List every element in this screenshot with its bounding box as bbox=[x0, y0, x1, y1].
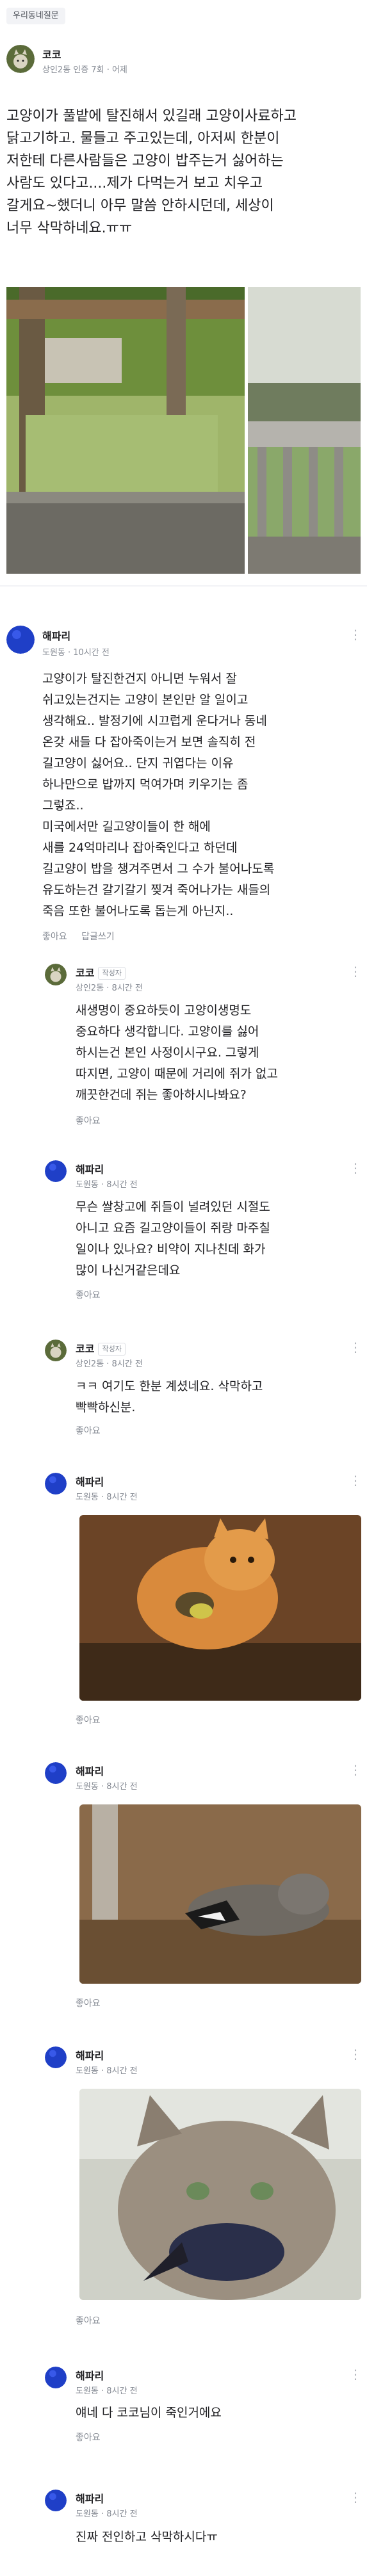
reply-line: 새생명이 중요하듯이 고양이생명도 bbox=[76, 1003, 252, 1017]
more-vertical-icon[interactable]: ⋮ bbox=[349, 2367, 362, 2381]
comment-line: 길고양이 싫어요.. 단지 귀엽다는 이유 bbox=[42, 756, 234, 770]
reply-body: 얘네 다 코코님이 죽인거에요 bbox=[76, 2402, 345, 2424]
like-button[interactable]: 좋아요 bbox=[76, 1114, 101, 1127]
reply-meta: 도원동 · 8시간 전 bbox=[76, 2386, 138, 2396]
commenter-avatar[interactable] bbox=[45, 1762, 67, 1784]
comment-line: 그렇죠.. bbox=[42, 798, 84, 813]
category-tag[interactable]: 우리동네질문 bbox=[6, 8, 65, 24]
comment-line: 온갖 새들 다 잡아죽이는거 보면 솔직히 전 bbox=[42, 735, 256, 749]
post-meta: 상인2동 인증 7회 · 어제 bbox=[42, 65, 127, 75]
like-button[interactable]: 좋아요 bbox=[42, 932, 67, 942]
reply-line: 깨끗한건데 쥐는 좋아하시나봐요? bbox=[76, 1088, 247, 1102]
reply-photo[interactable] bbox=[79, 1515, 361, 1701]
reply-line: 빡빡하신분. bbox=[76, 1400, 136, 1414]
post-line: 사람도 있다고....제가 다먹는거 보고 치우고 bbox=[6, 175, 263, 191]
comment-meta: 도원동 · 10시간 전 bbox=[42, 648, 110, 658]
post-line: 너무 삭막하네요.ㅠㅠ bbox=[6, 220, 133, 236]
post-line: 고양이가 풀밭에 탈진해서 있길래 고양이사료하고 bbox=[6, 108, 297, 124]
reply-line: 일이나 있나요? 비약이 지나친데 화가 bbox=[76, 1242, 266, 1256]
like-button[interactable]: 좋아요 bbox=[76, 1288, 101, 1301]
reply-line: 무슨 쌀창고에 쥐들이 널려있던 시절도 bbox=[76, 1200, 270, 1214]
commenter-avatar[interactable] bbox=[45, 1473, 67, 1495]
reply-line: 얘네 다 코코님이 죽인거에요 bbox=[76, 2406, 222, 2420]
comment-line: 하나만으로 밥까지 먹여가며 키우기는 좀 bbox=[42, 777, 249, 791]
more-vertical-icon[interactable]: ⋮ bbox=[349, 1340, 362, 1354]
reply-body: 진짜 전인하고 삭막하시다ㅠ bbox=[76, 2527, 345, 2548]
commenter-avatar[interactable] bbox=[45, 1160, 67, 1182]
author-avatar[interactable] bbox=[45, 1340, 67, 1361]
reply-line: 중요하다 생각합니다. 고양이를 싫어 bbox=[76, 1025, 259, 1039]
reply-line: 아니고 요즘 길고양이들이 쥐랑 마주칠 bbox=[76, 1221, 270, 1235]
post-photo-1[interactable] bbox=[6, 287, 245, 574]
commenter-avatar[interactable] bbox=[45, 2367, 67, 2388]
comment-line: 쉬고있는건지는 고양이 본인만 알 일이고 bbox=[42, 693, 249, 707]
reply-author-name[interactable]: 코코 작성자 bbox=[76, 1340, 126, 1356]
comment-line: 미국에서만 길고양이들이 한 해에 bbox=[42, 820, 211, 834]
reply-author-name[interactable]: 코코 작성자 bbox=[76, 964, 126, 980]
more-vertical-icon[interactable]: ⋮ bbox=[349, 628, 362, 642]
author-badge: 작성자 bbox=[98, 967, 126, 980]
reply-line: ㅋㅋ 여기도 한분 계셨네요. 삭막하고 bbox=[76, 1379, 263, 1393]
reply-meta: 상인2동 · 8시간 전 bbox=[76, 1359, 143, 1369]
more-vertical-icon[interactable]: ⋮ bbox=[349, 2490, 362, 2504]
commenter-avatar[interactable] bbox=[6, 626, 35, 654]
reply-meta: 도원동 · 8시간 전 bbox=[76, 2509, 138, 2519]
reply-body: 무슨 쌀창고에 쥐들이 널려있던 시절도 아니고 요즘 길고양이들이 쥐랑 마주… bbox=[76, 1197, 345, 1281]
comment-line: 생각해요.. 발정기에 시끄럽게 운다거나 동네 bbox=[42, 714, 267, 728]
reply-photo[interactable] bbox=[79, 2089, 361, 2300]
comment-body: 고양이가 탈진한건지 아니면 누워서 잘 쉬고있는건지는 고양이 본인만 알 일… bbox=[42, 668, 343, 922]
comment-author-name[interactable]: 해파리 bbox=[42, 628, 70, 643]
author-badge: 작성자 bbox=[98, 1343, 126, 1356]
reply-meta: 도원동 · 8시간 전 bbox=[76, 1493, 138, 1502]
like-button[interactable]: 좋아요 bbox=[76, 1997, 101, 2009]
reply-button[interactable]: 답글쓰기 bbox=[81, 932, 115, 942]
section-divider bbox=[0, 585, 367, 587]
more-vertical-icon[interactable]: ⋮ bbox=[349, 964, 362, 978]
like-button[interactable]: 좋아요 bbox=[76, 2314, 101, 2327]
comment-line: 유도하는건 갈기갈기 찢겨 죽어나가는 새들의 bbox=[42, 883, 271, 897]
reply-body: ㅋㅋ 여기도 한분 계셨네요. 삭막하고 빡빡하신분. bbox=[76, 1376, 345, 1418]
reply-line: 하시는건 본인 사정이시구요. 그렇게 bbox=[76, 1046, 259, 1060]
commenter-avatar[interactable] bbox=[45, 2490, 67, 2511]
author-avatar[interactable] bbox=[6, 45, 35, 73]
reply-author-name[interactable]: 해파리 bbox=[76, 1473, 104, 1489]
post-line: 저한테 다른사람들은 고양이 밥주는거 싫어하는 bbox=[6, 153, 284, 169]
reply-meta: 상인2동 · 8시간 전 bbox=[76, 984, 143, 993]
post-photo-2[interactable] bbox=[248, 287, 361, 574]
reply-author-name[interactable]: 해파리 bbox=[76, 1763, 104, 1778]
more-vertical-icon[interactable]: ⋮ bbox=[349, 1473, 362, 1487]
reply-author-name[interactable]: 해파리 bbox=[76, 2047, 104, 2062]
reply-meta: 도원동 · 8시간 전 bbox=[76, 2066, 138, 2076]
reply-author[interactable]: 코코 bbox=[76, 1343, 94, 1355]
more-vertical-icon[interactable]: ⋮ bbox=[349, 1763, 362, 1777]
reply-author-name[interactable]: 해파리 bbox=[76, 2490, 104, 2506]
post-line: 갈게요~했더니 아무 말씀 안하시던데, 세상이 bbox=[6, 198, 274, 214]
reply-line: 진짜 전인하고 삭막하시다ㅠ bbox=[76, 2530, 218, 2544]
more-vertical-icon[interactable]: ⋮ bbox=[349, 1161, 362, 1175]
comment-line: 고양이가 탈진한건지 아니면 누워서 잘 bbox=[42, 672, 237, 686]
author-avatar[interactable] bbox=[45, 964, 67, 985]
reply-line: 따지면, 고양이 때문에 거리에 쥐가 없고 bbox=[76, 1067, 278, 1081]
post-line: 닭고기하고. 물들고 주고있는데, 아저씨 한분이 bbox=[6, 131, 280, 147]
reply-meta: 도원동 · 8시간 전 bbox=[76, 1782, 138, 1792]
reply-author[interactable]: 코코 bbox=[76, 967, 94, 979]
reply-line: 많이 나신거같은데요 bbox=[76, 1263, 181, 1277]
reply-body: 새생명이 중요하듯이 고양이생명도 중요하다 생각합니다. 고양이를 싫어 하시… bbox=[76, 1000, 345, 1106]
reply-meta: 도원동 · 8시간 전 bbox=[76, 1180, 138, 1190]
like-button[interactable]: 좋아요 bbox=[76, 2431, 101, 2443]
more-vertical-icon[interactable]: ⋮ bbox=[349, 2047, 362, 2061]
post-author-name[interactable]: 코코 bbox=[42, 46, 61, 61]
like-button[interactable]: 좋아요 bbox=[76, 1713, 101, 1726]
comment-line: 죽음 또한 불어나도록 돕는게 아닌지.. bbox=[42, 904, 234, 918]
reply-author-name[interactable]: 해파리 bbox=[76, 2367, 104, 2383]
post-body: 고양이가 풀밭에 탈진해서 있길래 고양이사료하고 닭고기하고. 물들고 주고있… bbox=[6, 105, 360, 239]
comment-line: 새를 24억마리나 잡아죽인다고 하던데 bbox=[42, 841, 238, 855]
reply-author-name[interactable]: 해파리 bbox=[76, 1161, 104, 1176]
comment-actions: 좋아요 답글쓰기 bbox=[42, 930, 126, 943]
comment-line: 길고양이 밥을 챙겨주면서 그 수가 불어나도록 bbox=[42, 862, 275, 876]
commenter-avatar[interactable] bbox=[45, 2046, 67, 2068]
like-button[interactable]: 좋아요 bbox=[76, 1424, 101, 1437]
reply-photo[interactable] bbox=[79, 1804, 361, 1984]
